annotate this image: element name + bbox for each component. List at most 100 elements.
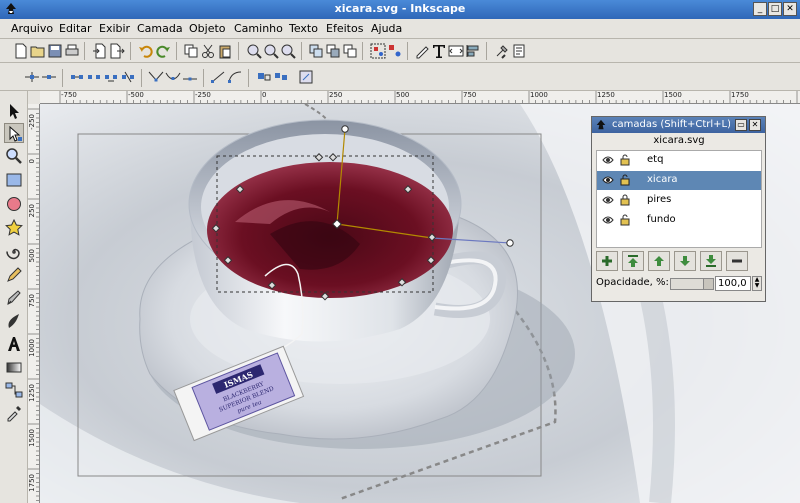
menu-efeitos[interactable]: Efeitos [326, 22, 363, 35]
layers-list: etq xicara pires fundo [596, 150, 762, 248]
join-nodes-icon[interactable] [69, 69, 85, 85]
open-icon[interactable] [30, 43, 46, 59]
minimize-button[interactable]: _ [753, 2, 767, 16]
menu-ajuda[interactable]: Ajuda [371, 22, 402, 35]
visibility-eye-icon[interactable] [602, 215, 614, 225]
visibility-eye-icon[interactable] [602, 195, 614, 205]
preferences-icon[interactable] [494, 43, 510, 59]
layers-dialog-minimize-button[interactable]: ▭ [735, 119, 747, 131]
cut-icon[interactable] [200, 43, 216, 59]
paste-icon[interactable] [217, 43, 233, 59]
undo-icon[interactable] [138, 43, 154, 59]
ungroup-icon[interactable] [387, 43, 403, 59]
menu-camada[interactable]: Camada [137, 22, 183, 35]
node-handle-point[interactable] [506, 239, 514, 247]
inkscape-logo-icon [596, 119, 606, 130]
to-line-icon[interactable] [210, 69, 226, 85]
selector-icon[interactable] [4, 101, 24, 121]
delete-segment-icon[interactable] [120, 69, 136, 85]
layer-row-xicara[interactable]: xicara [597, 171, 761, 190]
vertical-ruler[interactable]: -250 0 250 500 750 1000 1250 1500 1750 [28, 104, 40, 503]
raise-layer-button[interactable] [648, 251, 670, 271]
break-path-icon[interactable] [86, 69, 102, 85]
stroke-to-path-icon[interactable] [273, 69, 289, 85]
layer-row-fundo[interactable]: fundo [597, 211, 761, 230]
show-handles-icon[interactable] [298, 69, 314, 85]
menu-arquivo[interactable]: Arquivo [11, 22, 53, 35]
calligraphy-icon[interactable] [4, 311, 24, 331]
node-editor-icon[interactable] [4, 123, 24, 143]
pencil-icon[interactable] [4, 265, 24, 285]
delete-layer-button[interactable] [726, 251, 748, 271]
connector-icon[interactable] [4, 380, 24, 400]
ellipse-icon[interactable] [4, 194, 24, 214]
title-bar[interactable]: xicara.svg - Inkscape _ □ ✕ [0, 0, 800, 19]
xml-editor-icon[interactable] [448, 43, 464, 59]
add-layer-button[interactable] [596, 251, 618, 271]
menu-texto[interactable]: Texto [289, 22, 318, 35]
text-icon[interactable] [4, 334, 24, 354]
export-icon[interactable] [109, 43, 125, 59]
opacity-input[interactable]: 100,0 [715, 276, 751, 291]
dropper-icon[interactable] [4, 403, 24, 423]
align-icon[interactable] [465, 43, 481, 59]
insert-node-icon[interactable] [24, 69, 40, 85]
visibility-eye-icon[interactable] [602, 155, 614, 165]
zoom-page-icon[interactable] [280, 43, 296, 59]
unlink-clone-icon[interactable] [342, 43, 358, 59]
layer-row-pires[interactable]: pires [597, 191, 761, 210]
close-button[interactable]: ✕ [783, 2, 797, 16]
visibility-eye-icon[interactable] [602, 175, 614, 185]
unlocked-icon[interactable] [620, 154, 630, 166]
arrow-to-top-icon [628, 255, 638, 267]
save-icon[interactable] [47, 43, 63, 59]
menu-editar[interactable]: Editar [59, 22, 92, 35]
layers-dialog-close-button[interactable]: ✕ [749, 119, 761, 131]
zoom-drawing-icon[interactable] [263, 43, 279, 59]
print-icon[interactable] [64, 43, 80, 59]
menu-caminho[interactable]: Caminho [234, 22, 283, 35]
object-to-path-icon[interactable] [256, 69, 272, 85]
maximize-button[interactable]: □ [768, 2, 782, 16]
document-properties-icon[interactable] [511, 43, 527, 59]
smooth-node-icon[interactable] [165, 69, 181, 85]
fill-stroke-icon[interactable] [414, 43, 430, 59]
join-segment-icon[interactable] [103, 69, 119, 85]
spiral-icon[interactable] [4, 242, 24, 262]
opacity-spinner[interactable]: ▲ ▼ [752, 276, 762, 291]
opacity-slider[interactable] [670, 278, 714, 290]
raise-layer-to-top-button[interactable] [622, 251, 644, 271]
menu-objeto[interactable]: Objeto [189, 22, 226, 35]
unlocked-icon[interactable] [620, 214, 630, 226]
symmetric-node-icon[interactable] [182, 69, 198, 85]
unlocked-icon[interactable] [620, 174, 630, 186]
zoom-icon[interactable] [4, 146, 24, 166]
zoom-selection-icon[interactable] [246, 43, 262, 59]
lower-layer-to-bottom-button[interactable] [700, 251, 722, 271]
new-icon[interactable] [13, 43, 29, 59]
to-curve-icon[interactable] [227, 69, 243, 85]
lower-layer-button[interactable] [674, 251, 696, 271]
delete-node-icon[interactable] [41, 69, 57, 85]
gradient-icon[interactable] [4, 357, 24, 377]
opacity-slider-thumb[interactable] [703, 279, 713, 289]
menu-exibir[interactable]: Exibir [99, 22, 130, 35]
cusp-node-icon[interactable] [148, 69, 164, 85]
horizontal-ruler[interactable]: -750 -500 -250 0 250 500 750 1000 1250 1… [40, 91, 800, 104]
layers-dialog-titlebar[interactable]: camadas (Shift+Ctrl+L) ▭ ✕ [592, 117, 765, 133]
locked-icon[interactable] [620, 194, 630, 206]
redo-icon[interactable] [155, 43, 171, 59]
clone-icon[interactable] [325, 43, 341, 59]
copy-icon[interactable] [183, 43, 199, 59]
star-icon[interactable] [4, 218, 24, 238]
pen-icon[interactable] [4, 288, 24, 308]
group-icon[interactable] [370, 43, 386, 59]
text-font-icon[interactable] [431, 43, 447, 59]
rectangle-icon[interactable] [4, 170, 24, 190]
ruler-label: 1250 [28, 384, 36, 402]
import-icon[interactable] [92, 43, 108, 59]
layer-row-etq[interactable]: etq [597, 151, 761, 170]
duplicate-icon[interactable] [308, 43, 324, 59]
node-handle-point[interactable] [341, 125, 349, 133]
toolbar-separator [407, 42, 408, 60]
